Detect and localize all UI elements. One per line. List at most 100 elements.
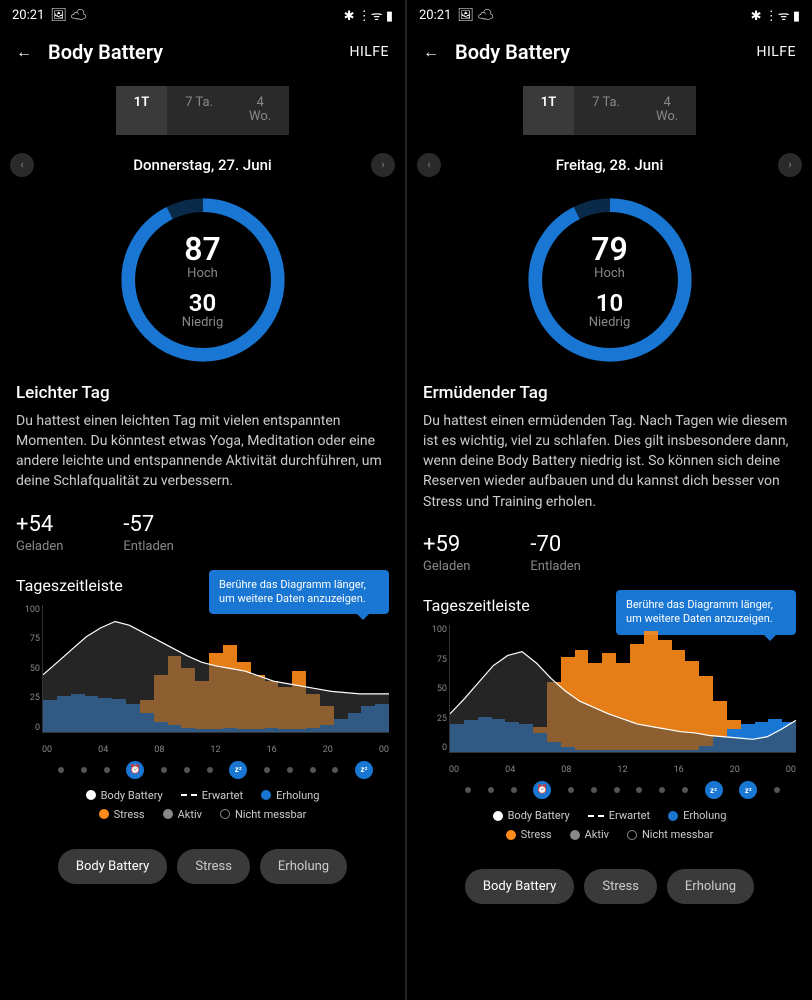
tab-7days[interactable]: 7 Ta.	[167, 86, 231, 135]
x-tick: 00	[786, 765, 796, 775]
timeline-chart[interactable]: 100 75 50 25 0 00 04 08 12 16 20 00	[423, 625, 796, 775]
prev-day-button[interactable]: ‹	[417, 153, 441, 177]
pill-body-battery[interactable]: Body Battery	[58, 849, 167, 884]
y-tick: 75	[423, 655, 447, 665]
charged-value: +59	[423, 532, 470, 557]
timeline-marker: ⏰	[126, 761, 144, 779]
timeline-marker: ⏰	[533, 781, 551, 799]
timeline-marker	[659, 787, 665, 793]
help-button[interactable]: HILFE	[756, 44, 796, 60]
low-label: Niedrig	[589, 315, 631, 330]
pill-stress[interactable]: Stress	[584, 869, 657, 904]
y-tick: 100	[16, 605, 40, 615]
y-tick: 100	[423, 625, 447, 635]
y-tick: 0	[16, 723, 40, 733]
next-day-button[interactable]: ›	[778, 153, 802, 177]
timeline-marker	[81, 767, 87, 773]
timeline-marker	[161, 767, 167, 773]
y-tick: 0	[423, 743, 447, 753]
timeline-marker	[465, 787, 471, 793]
x-tick: 04	[505, 765, 515, 775]
pill-recovery[interactable]: Erholung	[260, 849, 347, 884]
timeline-marker	[58, 767, 64, 773]
range-tabs: 1T 7 Ta. 4 Wo.	[0, 86, 405, 135]
tab-1day[interactable]: 1T	[116, 86, 167, 135]
y-tick: 75	[16, 634, 40, 644]
charged-label: Geladen	[423, 559, 470, 574]
next-day-button[interactable]: ›	[371, 153, 395, 177]
back-icon[interactable]: ←	[423, 42, 439, 62]
high-value: 79	[591, 230, 628, 268]
x-tick: 00	[449, 765, 459, 775]
x-tick: 20	[730, 765, 740, 775]
status-icons: ✱ ⋮ᯤ ▮	[751, 6, 800, 24]
pill-stress[interactable]: Stress	[177, 849, 250, 884]
y-tick: 25	[16, 693, 40, 703]
pill-body-battery[interactable]: Body Battery	[465, 869, 574, 904]
drained-label: Entladen	[530, 559, 580, 574]
charged-label: Geladen	[16, 539, 63, 554]
timeline-marker	[207, 767, 213, 773]
clock: 20:21	[12, 8, 44, 23]
help-button[interactable]: HILFE	[349, 44, 389, 60]
status-icons: ✱ ⋮ᯤ ▮	[344, 6, 393, 24]
timeline-marker	[184, 767, 190, 773]
timeline-marker	[591, 787, 597, 793]
x-tick: 04	[98, 745, 108, 755]
drained-label: Entladen	[123, 539, 173, 554]
tab-1day[interactable]: 1T	[523, 86, 574, 135]
high-label: Hoch	[187, 266, 218, 281]
x-tick: 08	[154, 745, 164, 755]
x-tick: 16	[674, 765, 684, 775]
page-title: Body Battery	[455, 40, 570, 64]
pill-recovery[interactable]: Erholung	[667, 869, 754, 904]
x-tick: 12	[210, 745, 220, 755]
timeline-marker	[332, 767, 338, 773]
low-value: 10	[596, 289, 623, 317]
high-label: Hoch	[594, 266, 625, 281]
timeline-marker	[568, 787, 574, 793]
tab-4weeks[interactable]: 4 Wo.	[638, 86, 696, 135]
date-label: Freitag, 28. Juni	[556, 156, 664, 174]
timeline-marker	[511, 787, 517, 793]
chart-legend: Body Battery Erwartet Erholung Stress Ak…	[407, 799, 812, 857]
body-battery-ring: 79 Hoch 10 Niedrig	[525, 195, 695, 365]
summary-title: Ermüdender Tag	[423, 383, 796, 403]
clock: 20:21	[419, 8, 451, 23]
timeline-marker	[636, 787, 642, 793]
timeline-marker: zᶻ	[229, 761, 247, 779]
chart-legend: Body Battery Erwartet Erholung Stress Ak…	[0, 779, 405, 837]
timeline-marker: zᶻ	[739, 781, 757, 799]
prev-day-button[interactable]: ‹	[10, 153, 34, 177]
timeline-marker	[614, 787, 620, 793]
timeline-chart[interactable]: 1007550250 00040812162000	[16, 605, 389, 755]
timeline-marker	[774, 787, 780, 793]
y-tick: 50	[16, 664, 40, 674]
high-value: 87	[184, 230, 221, 268]
status-bar: 20:21 🖼 ☁ ✱ ⋮ᯤ ▮	[0, 0, 405, 30]
tab-4weeks[interactable]: 4 Wo.	[231, 86, 289, 135]
y-tick: 50	[423, 684, 447, 694]
drained-value: -57	[123, 512, 173, 537]
x-tick: 12	[617, 765, 627, 775]
low-value: 30	[189, 289, 216, 317]
tab-7days[interactable]: 7 Ta.	[574, 86, 638, 135]
back-icon[interactable]: ←	[16, 42, 32, 62]
low-label: Niedrig	[182, 315, 224, 330]
status-bar: 20:21 🖼 ☁ ✱ ⋮ᯤ ▮	[407, 0, 812, 30]
timeline-marker	[104, 767, 110, 773]
range-tabs: 1T 7 Ta. 4 Wo.	[407, 86, 812, 135]
x-tick: 00	[379, 745, 389, 755]
x-tick: 16	[267, 745, 277, 755]
date-label: Donnerstag, 27. Juni	[133, 156, 272, 174]
x-tick: 08	[561, 765, 571, 775]
x-tick: 00	[42, 745, 52, 755]
timeline-marker	[287, 767, 293, 773]
timeline-marker	[310, 767, 316, 773]
notif-icon: 🖼 ☁	[50, 8, 86, 23]
timeline-marker: zᶻ	[355, 761, 373, 779]
y-tick: 25	[423, 714, 447, 724]
timeline-marker: zᶻ	[705, 781, 723, 799]
timeline-marker	[488, 787, 494, 793]
page-title: Body Battery	[48, 40, 163, 64]
